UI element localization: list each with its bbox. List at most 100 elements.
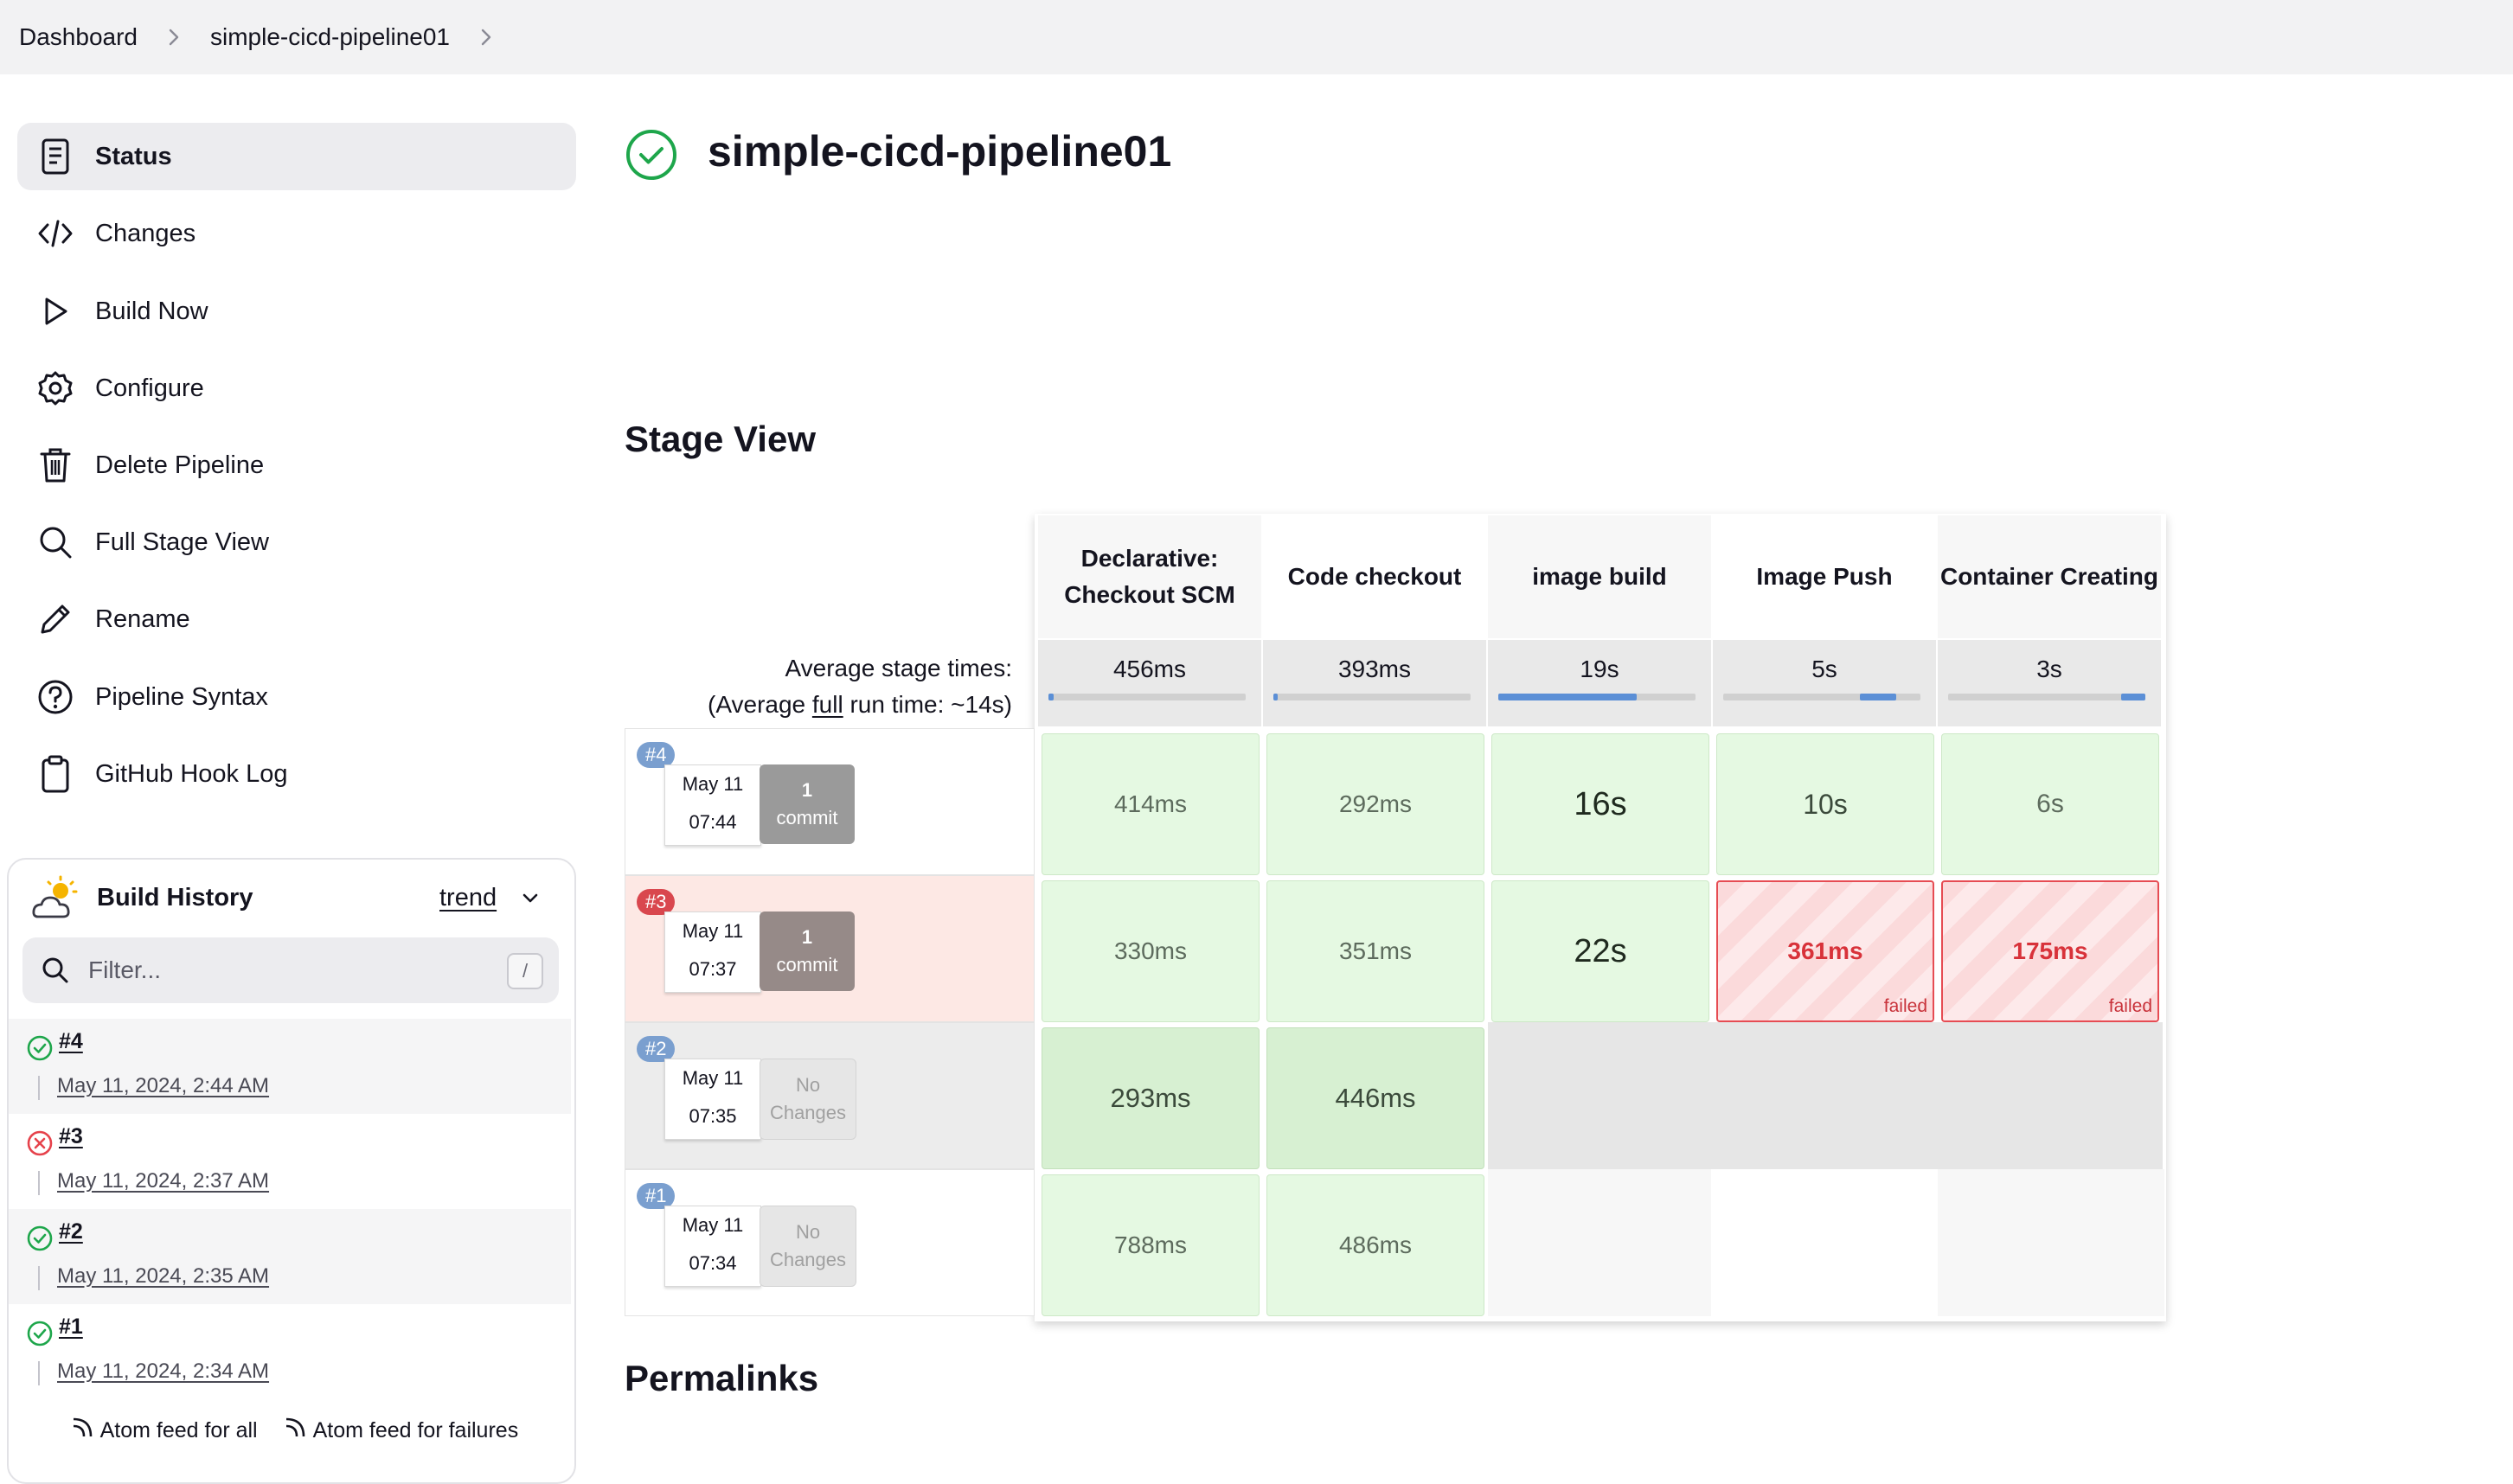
run-date: May 11 [682, 1067, 744, 1089]
build-history-row[interactable]: #2 May 11, 2024, 2:35 AM [9, 1209, 571, 1304]
stage-cell-failed[interactable]: 175ms failed [1941, 880, 2159, 1022]
stage-cell-success[interactable]: 22s [1491, 880, 1709, 1022]
run-date-box: May 11 07:34 [664, 1206, 761, 1287]
play-icon [36, 292, 74, 330]
stage-cell-success[interactable]: 788ms [1042, 1174, 1260, 1316]
stage-cell-success[interactable]: 16s [1491, 733, 1709, 875]
sidebar-item-status[interactable]: Status [17, 123, 576, 190]
build-date-link[interactable]: May 11, 2024, 2:34 AM [57, 1359, 269, 1384]
build-history-row[interactable]: #3 May 11, 2024, 2:37 AM [9, 1114, 571, 1209]
stage-cell-success[interactable]: 330ms [1042, 880, 1260, 1022]
changes-label: commit [776, 807, 838, 828]
sidebar-item-label: Status [95, 142, 172, 170]
run-row-background [1488, 1022, 2163, 1169]
average-progress-track [1948, 694, 2145, 700]
breadcrumb-pipeline[interactable]: simple-cicd-pipeline01 [210, 23, 450, 51]
build-date-link[interactable]: May 11, 2024, 2:35 AM [57, 1264, 269, 1289]
build-date-link[interactable]: May 11, 2024, 2:37 AM [57, 1169, 269, 1193]
build-history-title: Build History [97, 884, 253, 912]
chevron-right-icon[interactable] [158, 22, 189, 53]
stage-cell-success[interactable]: 486ms [1266, 1174, 1484, 1316]
sidebar-item-delete-pipeline[interactable]: Delete Pipeline [17, 432, 576, 499]
stage-cell-success[interactable]: 293ms [1042, 1027, 1260, 1169]
stage-header: Declarative: Checkout SCM [1038, 515, 1261, 638]
stage-header: Image Push [1713, 515, 1936, 638]
sidebar-item-rename[interactable]: Rename [17, 585, 576, 653]
trend-link[interactable]: trend [439, 884, 497, 912]
page-title: simple-cicd-pipeline01 [708, 127, 1172, 176]
build-filter-input[interactable] [87, 948, 488, 993]
build-number-link[interactable]: #1 [59, 1314, 83, 1340]
changes-box[interactable]: 1 commit [760, 912, 855, 991]
avg-full-link[interactable]: full [812, 691, 843, 718]
average-progress-fill [2121, 694, 2145, 700]
build-date-link[interactable]: May 11, 2024, 2:44 AM [57, 1074, 269, 1098]
atom-feed-failures-link[interactable]: Atom feed for failures [282, 1415, 518, 1443]
help-icon [36, 678, 74, 716]
stage-cell-success[interactable]: 6s [1941, 733, 2159, 875]
run-date: May 11 [682, 920, 744, 942]
code-icon [36, 214, 74, 253]
sidebar-item-github-hook-log[interactable]: GitHub Hook Log [17, 740, 576, 808]
changes-label: Changes [769, 1102, 847, 1123]
changes-box[interactable]: 1 commit [760, 764, 855, 844]
sidebar-item-pipeline-syntax[interactable]: Pipeline Syntax [17, 663, 576, 731]
stage-header: Code checkout [1263, 515, 1486, 638]
changes-label: Changes [769, 1249, 847, 1270]
sidebar-item-label: GitHub Hook Log [95, 759, 288, 788]
sidebar-item-label: Full Stage View [95, 528, 269, 556]
stage-cell-success[interactable]: 414ms [1042, 733, 1260, 875]
failed-tag: failed [2108, 996, 2152, 1016]
sidebar-item-label: Pipeline Syntax [95, 682, 268, 711]
sidebar-item-changes[interactable]: Changes [17, 200, 576, 267]
timeline-divider [38, 1266, 40, 1290]
stage-cell-success[interactable]: 446ms [1266, 1027, 1484, 1169]
build-number-link[interactable]: #2 [59, 1219, 83, 1244]
sidebar-item-build-now[interactable]: Build Now [17, 278, 576, 345]
sidebar-item-label: Build Now [95, 297, 208, 325]
stage-cell-success[interactable]: 10s [1716, 733, 1934, 875]
failed-tag: failed [1883, 996, 1927, 1016]
chevron-down-icon[interactable] [517, 886, 543, 912]
permalinks-title: Permalinks [625, 1358, 819, 1398]
sidebar-item-label: Delete Pipeline [95, 451, 265, 479]
stage-average-value: 19s [1580, 656, 1619, 682]
run-row-column-shade [1938, 1169, 2164, 1316]
run-date-box: May 11 07:35 [664, 1059, 761, 1140]
average-progress-fill [1273, 694, 1278, 700]
stage-cell-success[interactable]: 351ms [1266, 880, 1484, 1022]
stage-average-cell: 393ms [1263, 640, 1486, 726]
stage-cell-success[interactable]: 292ms [1266, 733, 1484, 875]
build-history-row[interactable]: #1 May 11, 2024, 2:34 AM [9, 1304, 571, 1399]
status-doc-icon [36, 138, 74, 176]
timeline-divider [38, 1076, 40, 1100]
build-history-row[interactable]: #4 May 11, 2024, 2:44 AM [9, 1019, 571, 1114]
build-number-link[interactable]: #4 [59, 1029, 83, 1054]
breadcrumb-bar: Dashboard simple-cicd-pipeline01 [0, 0, 2513, 74]
success-check-icon [26, 1225, 54, 1252]
stage-average-cell: 3s [1938, 640, 2161, 726]
timeline-divider [38, 1171, 40, 1195]
average-progress-track [1048, 694, 1246, 700]
sidebar-item-label: Configure [95, 374, 204, 402]
stage-average-cell: 5s [1713, 640, 1936, 726]
changes-box: No Changes [760, 1059, 856, 1140]
breadcrumb-dashboard[interactable]: Dashboard [19, 23, 138, 51]
sidebar-item-configure[interactable]: Configure [17, 355, 576, 422]
average-progress-fill [1048, 694, 1054, 700]
sidebar-item-full-stage-view[interactable]: Full Stage View [17, 509, 576, 576]
chevron-right-icon[interactable] [471, 22, 502, 53]
stage-average-value: 3s [2036, 656, 2062, 682]
stage-average-value: 393ms [1337, 656, 1412, 682]
atom-feed-all-link[interactable]: Atom feed for all [69, 1415, 258, 1443]
success-check-icon [26, 1320, 54, 1347]
changes-box: No Changes [760, 1206, 856, 1287]
avg-full-prefix: (Average [708, 691, 812, 718]
success-status-icon [625, 128, 678, 182]
stage-cell-failed[interactable]: 361ms failed [1716, 880, 1934, 1022]
stage-average-value: 5s [1811, 656, 1837, 682]
build-filter-box: / [22, 937, 559, 1003]
changes-count: 1 [801, 926, 813, 948]
atom-feed-all-label: Atom feed for all [99, 1418, 258, 1442]
build-number-link[interactable]: #3 [59, 1124, 83, 1149]
